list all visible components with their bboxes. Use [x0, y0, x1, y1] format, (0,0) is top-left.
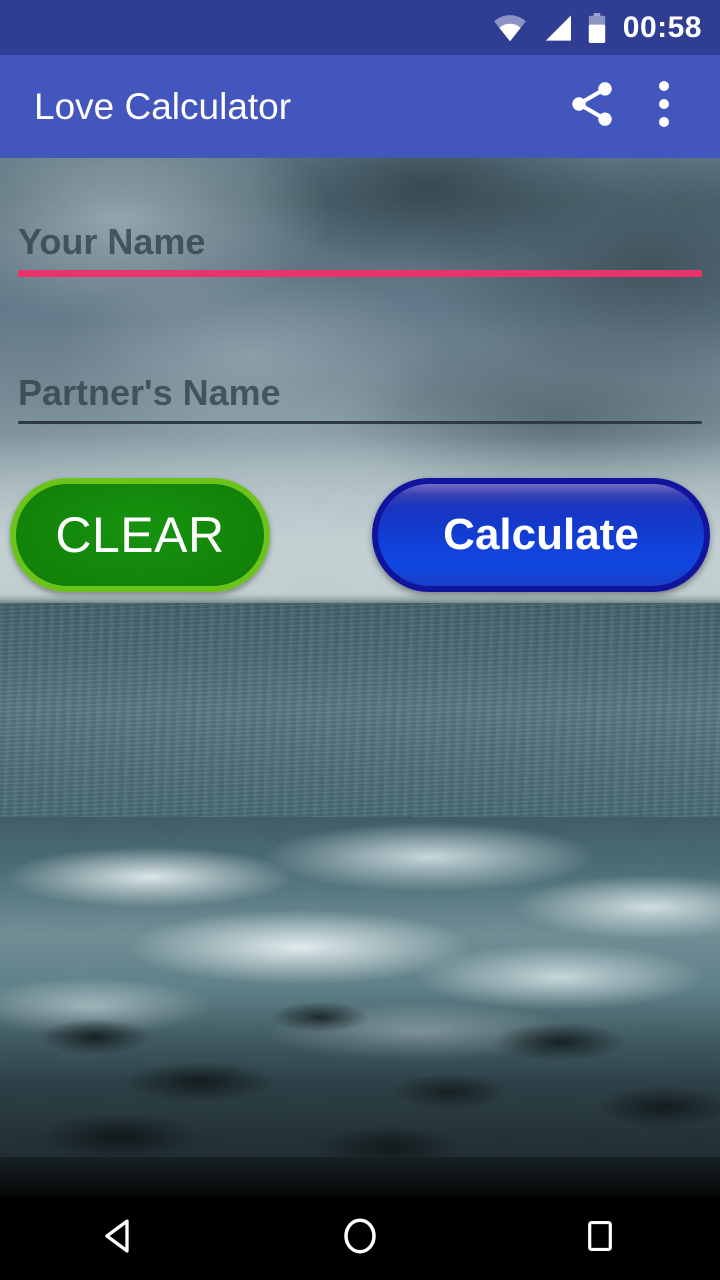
share-icon [566, 78, 618, 135]
partner-name-underline [18, 420, 702, 424]
status-bar-time: 00:58 [622, 10, 702, 44]
wifi-icon [493, 14, 527, 42]
background-ocean [0, 603, 720, 823]
home-button[interactable] [300, 1197, 420, 1280]
your-name-field[interactable]: Your Name [18, 222, 702, 277]
clear-button-label: CLEAR [55, 507, 225, 563]
overflow-menu-button[interactable] [628, 71, 700, 143]
recents-icon [581, 1217, 619, 1260]
clear-button[interactable]: CLEAR [10, 478, 270, 592]
cellular-signal-icon [541, 14, 573, 42]
battery-icon [587, 12, 607, 43]
navigation-bar [0, 1197, 720, 1280]
background-seascape-photo [0, 157, 720, 1197]
app-bar: Love Calculator [0, 55, 720, 158]
recents-button[interactable] [540, 1197, 660, 1280]
background-beach [0, 1157, 720, 1197]
share-button[interactable] [556, 71, 628, 143]
back-button[interactable] [60, 1197, 180, 1280]
calculate-button[interactable]: Calculate [372, 478, 710, 592]
partner-name-placeholder: Partner's Name [18, 372, 281, 413]
back-icon [99, 1215, 141, 1262]
status-bar: 00:58 [0, 0, 720, 55]
calculate-button-label: Calculate [443, 510, 639, 559]
home-icon [339, 1215, 381, 1262]
partner-name-field[interactable]: Partner's Name [18, 373, 702, 424]
overflow-menu-icon [644, 78, 684, 135]
your-name-underline [18, 269, 702, 277]
page-title: Love Calculator [34, 85, 292, 127]
your-name-placeholder: Your Name [18, 221, 206, 262]
app-screen: 00:58 Love Calculator Your Name Partner'… [0, 0, 720, 1280]
